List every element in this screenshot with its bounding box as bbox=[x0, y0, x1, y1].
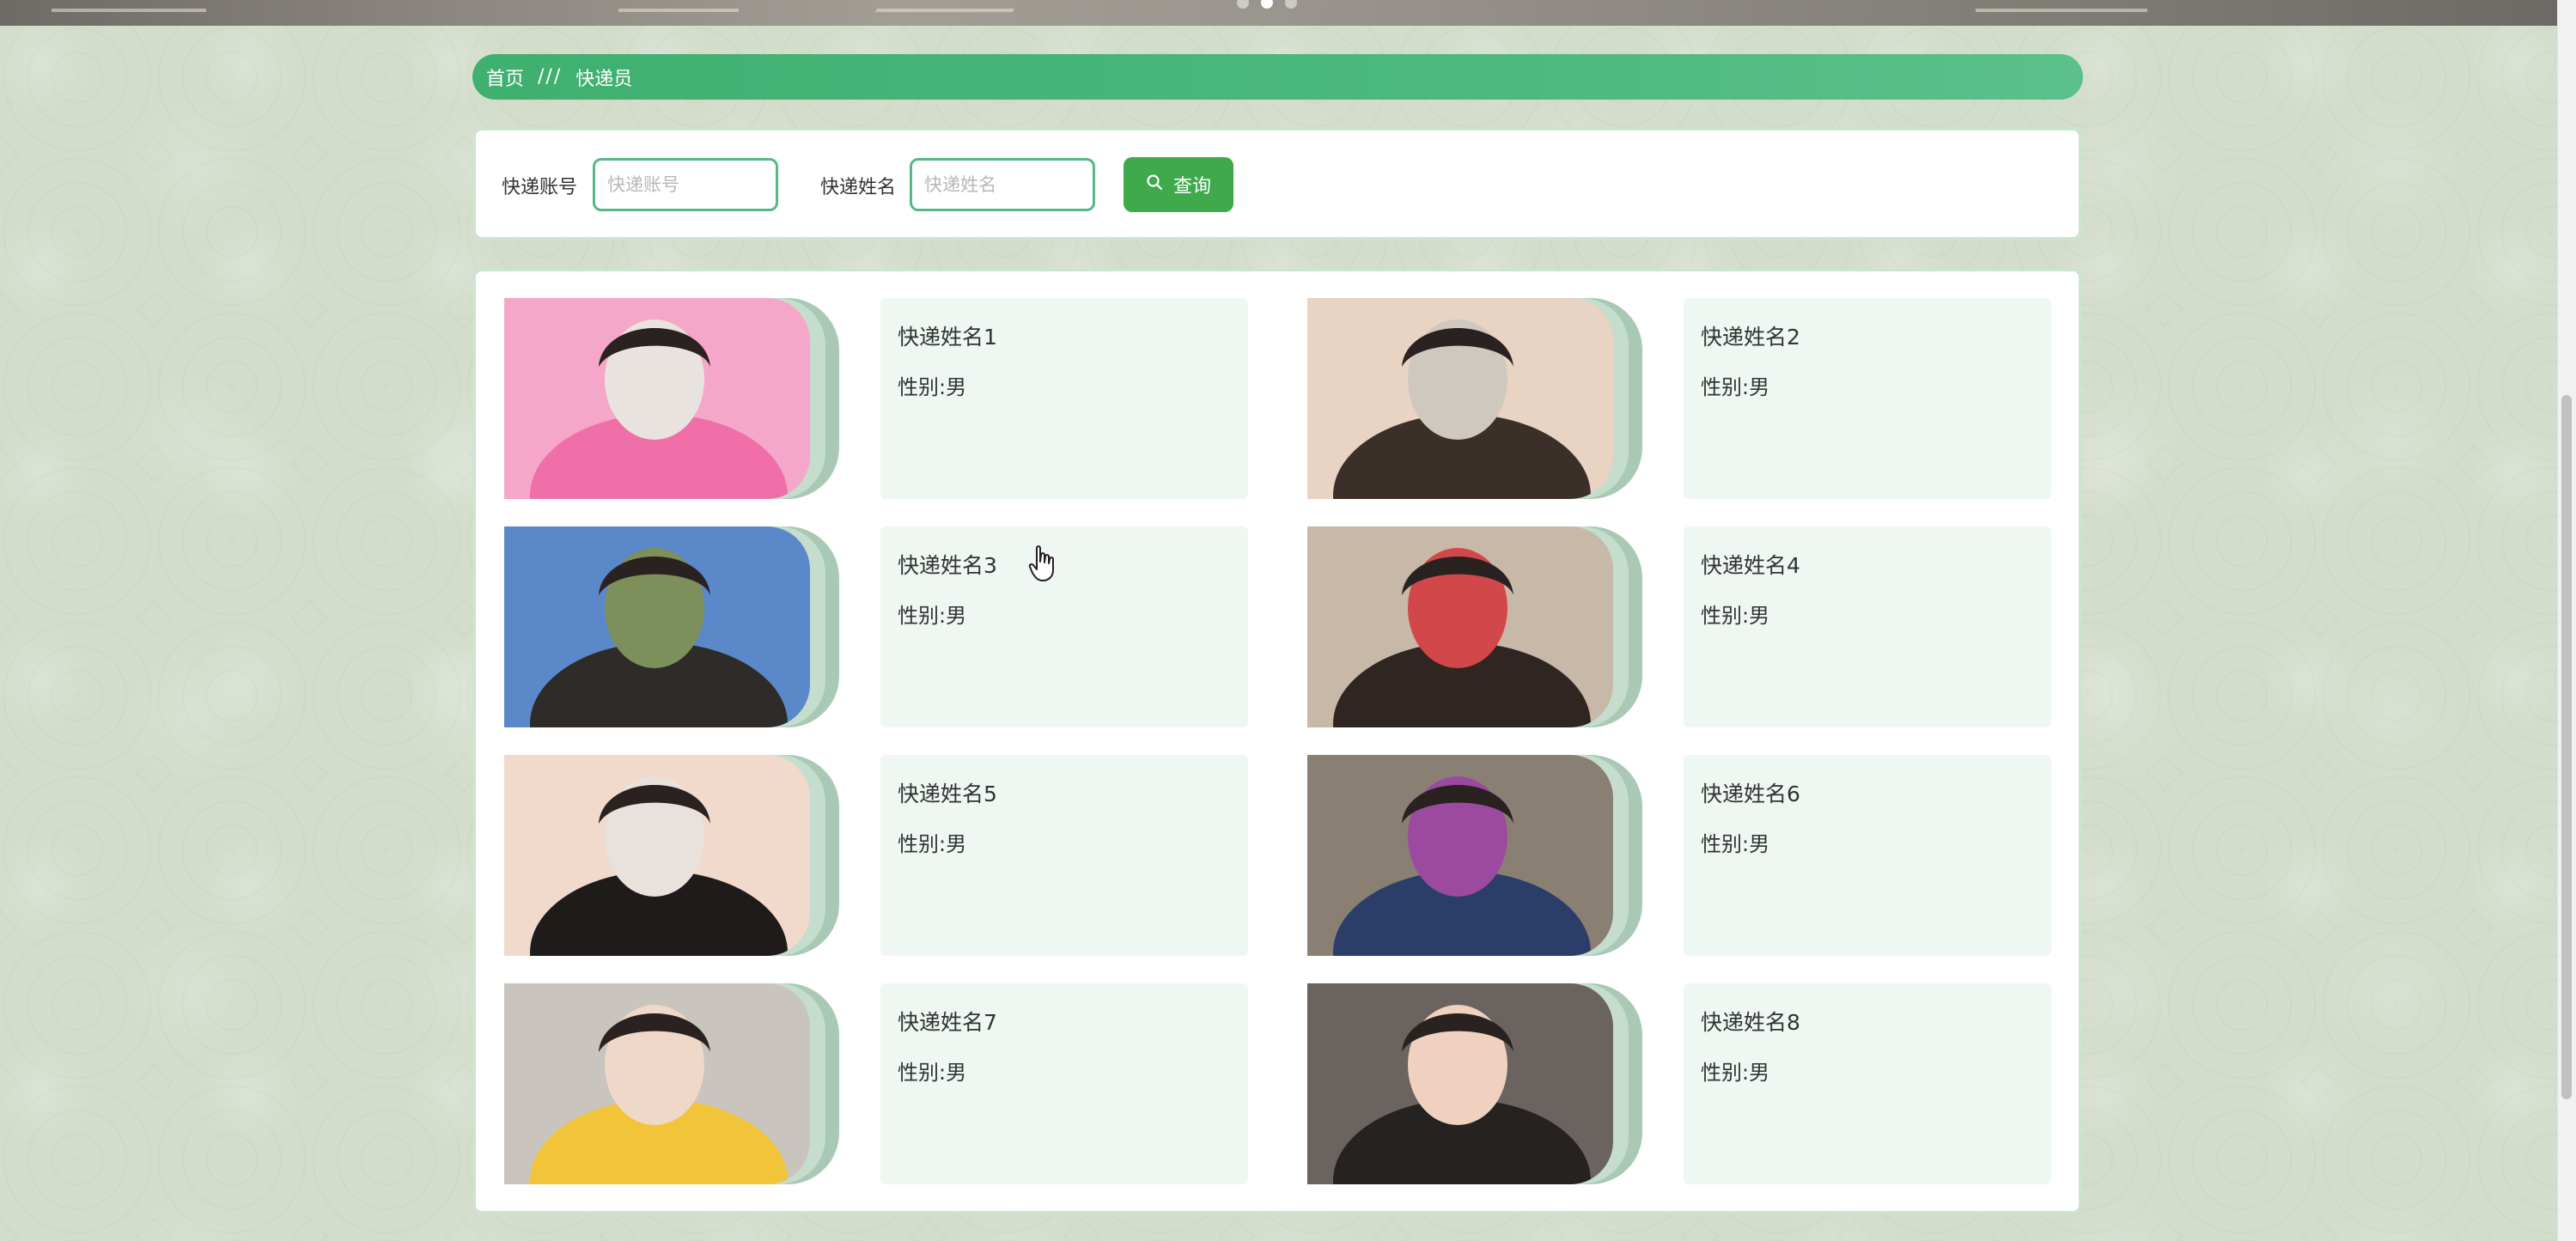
courier-photo-frame[interactable] bbox=[1307, 983, 1642, 1184]
courier-name[interactable]: 快递姓名6 bbox=[1701, 777, 2034, 808]
courier-name[interactable]: 快递姓名7 bbox=[898, 1006, 1231, 1037]
vertical-scrollbar[interactable] bbox=[2557, 0, 2576, 1241]
banner-decoration bbox=[52, 9, 206, 12]
courier-photo[interactable] bbox=[504, 983, 810, 1184]
search-button-label: 查询 bbox=[1172, 176, 1211, 198]
courier-name[interactable]: 快递姓名5 bbox=[898, 777, 1231, 808]
breadcrumb: 首页 /// 快递员 bbox=[472, 54, 2083, 100]
scrollbar-thumb[interactable] bbox=[2561, 395, 2572, 1099]
breadcrumb-home-link[interactable]: 首页 bbox=[486, 64, 524, 91]
courier-gender: 性别:男 bbox=[898, 604, 967, 628]
courier-photo[interactable] bbox=[1307, 983, 1613, 1184]
courier-card[interactable]: 快递姓名6 性别:男 bbox=[1307, 755, 2080, 956]
courier-gender: 性别:男 bbox=[1701, 375, 1770, 399]
courier-list: 快递姓名1 性别:男 快递姓名2 性别:男 快递姓名3 性别:男 快递姓名4 性别:男 快递姓名… bbox=[473, 269, 2081, 1214]
breadcrumb-current: 快递员 bbox=[575, 68, 633, 90]
courier-photo[interactable] bbox=[504, 755, 810, 956]
courier-photo[interactable] bbox=[1307, 755, 1613, 956]
courier-name[interactable]: 快递姓名1 bbox=[898, 320, 1231, 351]
courier-card[interactable]: 快递姓名4 性别:男 bbox=[1307, 526, 2080, 727]
courier-photo-frame[interactable] bbox=[504, 526, 839, 727]
search-panel: 快递账号 快递姓名 查询 bbox=[473, 128, 2081, 240]
courier-name[interactable]: 快递姓名8 bbox=[1701, 1006, 2034, 1037]
courier-info: 快递姓名2 性别:男 bbox=[1684, 298, 2051, 499]
courier-photo-frame[interactable] bbox=[504, 983, 839, 1184]
courier-gender: 性别:男 bbox=[1701, 832, 1770, 856]
courier-name[interactable]: 快递姓名2 bbox=[1701, 320, 2034, 351]
account-label: 快递账号 bbox=[502, 177, 578, 198]
breadcrumb-separator: /// bbox=[538, 66, 563, 88]
top-banner bbox=[0, 0, 2558, 26]
courier-gender: 性别:男 bbox=[898, 832, 967, 856]
courier-photo-frame[interactable] bbox=[504, 298, 839, 499]
courier-name[interactable]: 快递姓名3 bbox=[898, 549, 1231, 580]
courier-info: 快递姓名4 性别:男 bbox=[1684, 526, 2051, 727]
courier-photo[interactable] bbox=[1307, 298, 1613, 499]
courier-gender: 性别:男 bbox=[898, 375, 967, 399]
courier-card[interactable]: 快递姓名1 性别:男 bbox=[504, 298, 1277, 499]
name-input[interactable] bbox=[910, 158, 1095, 211]
courier-gender: 性别:男 bbox=[1701, 604, 1770, 628]
courier-photo-frame[interactable] bbox=[504, 755, 839, 956]
courier-info: 快递姓名7 性别:男 bbox=[880, 983, 1248, 1184]
courier-photo[interactable] bbox=[504, 526, 810, 727]
banner-decoration bbox=[618, 9, 739, 12]
courier-card[interactable]: 快递姓名3 性别:男 bbox=[504, 526, 1277, 727]
carousel-dot[interactable] bbox=[1237, 0, 1249, 9]
courier-info: 快递姓名5 性别:男 bbox=[880, 755, 1248, 956]
courier-photo[interactable] bbox=[504, 298, 810, 499]
banner-decoration bbox=[874, 9, 1015, 12]
courier-card[interactable]: 快递姓名5 性别:男 bbox=[504, 755, 1277, 956]
carousel-dot[interactable] bbox=[1285, 0, 1297, 9]
courier-info: 快递姓名6 性别:男 bbox=[1684, 755, 2051, 956]
search-icon bbox=[1146, 173, 1163, 196]
courier-info: 快递姓名3 性别:男 bbox=[880, 526, 1248, 727]
name-label: 快递姓名 bbox=[820, 177, 897, 198]
courier-photo-frame[interactable] bbox=[1307, 526, 1642, 727]
courier-card[interactable]: 快递姓名2 性别:男 bbox=[1307, 298, 2080, 499]
carousel-dots bbox=[1237, 0, 1297, 9]
hand-cursor-icon bbox=[1028, 545, 1054, 581]
courier-info: 快递姓名1 性别:男 bbox=[880, 298, 1248, 499]
courier-gender: 性别:男 bbox=[898, 1061, 967, 1085]
account-input[interactable] bbox=[593, 158, 778, 211]
courier-card[interactable]: 快递姓名8 性别:男 bbox=[1307, 983, 2080, 1184]
courier-gender: 性别:男 bbox=[1701, 1061, 1770, 1085]
courier-photo-frame[interactable] bbox=[1307, 755, 1642, 956]
courier-info: 快递姓名8 性别:男 bbox=[1684, 983, 2051, 1184]
search-button[interactable]: 查询 bbox=[1124, 157, 1233, 212]
courier-card[interactable]: 快递姓名7 性别:男 bbox=[504, 983, 1277, 1184]
courier-photo-frame[interactable] bbox=[1307, 298, 1642, 499]
banner-decoration bbox=[1976, 9, 2147, 12]
courier-photo[interactable] bbox=[1307, 526, 1613, 727]
courier-name[interactable]: 快递姓名4 bbox=[1701, 549, 2034, 580]
carousel-dot-active[interactable] bbox=[1261, 0, 1273, 9]
